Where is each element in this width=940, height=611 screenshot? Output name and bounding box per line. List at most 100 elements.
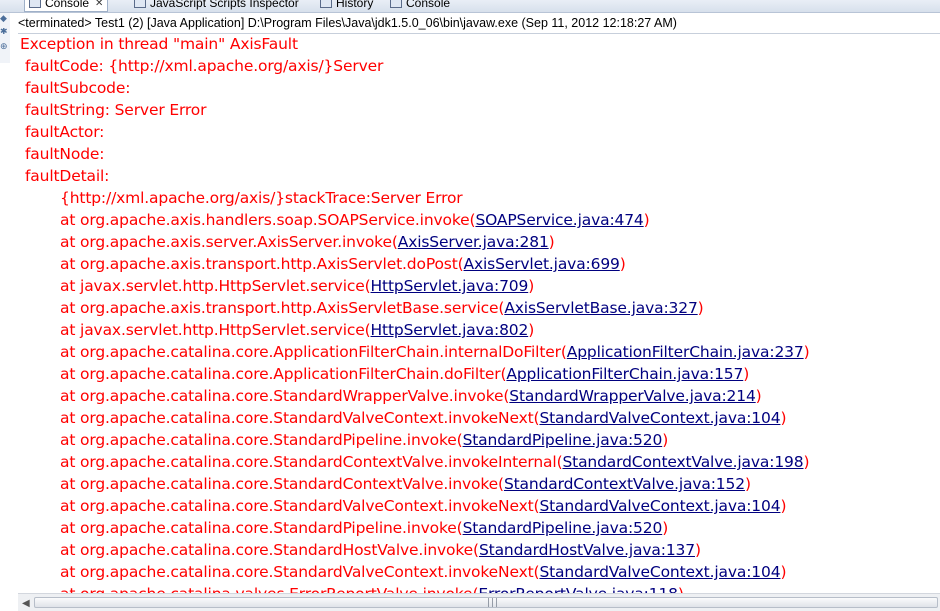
source-link[interactable]: StandardContextValve.java:152 (504, 475, 745, 493)
console-line-text: at org.apache.axis.transport.http.AxisSe… (60, 255, 464, 273)
console-line-text: at org.apache.catalina.core.StandardCont… (60, 453, 563, 471)
tab-label: History (336, 0, 374, 10)
console-line-text: at org.apache.axis.server.AxisServer.inv… (60, 233, 398, 251)
console-line: faultSubcode: (25, 77, 130, 99)
console-line: faultCode: {http://xml.apache.org/axis/}… (25, 55, 383, 77)
console-line-text: at org.apache.catalina.core.StandardCont… (60, 475, 504, 493)
console-line: Exception in thread "main" AxisFault (20, 33, 298, 55)
source-link[interactable]: StandardValveContext.java:104 (539, 497, 780, 515)
arrow-left-icon[interactable]: ◀ (22, 598, 30, 609)
console-icon (390, 0, 402, 8)
source-link[interactable]: StandardValveContext.java:104 (539, 409, 780, 427)
console-line-suffix: ) (803, 453, 810, 471)
console-line-text: at org.apache.catalina.core.StandardValv… (60, 497, 540, 515)
source-link[interactable]: ApplicationFilterChain.java:157 (506, 365, 743, 383)
close-icon[interactable]: ✕ (95, 0, 103, 9)
console-line-text: at org.apache.catalina.core.ApplicationF… (60, 365, 507, 383)
console-line-suffix: ) (694, 541, 701, 559)
gear-icon[interactable]: ✱ (0, 28, 9, 37)
source-link[interactable]: HttpServlet.java:709 (371, 277, 529, 295)
console-line-text: at org.apache.catalina.core.StandardValv… (60, 563, 540, 581)
console-line-text: at org.apache.axis.transport.http.AxisSe… (60, 299, 505, 317)
view-toolbar-strip: ◆ ✱ ⊕ (0, 13, 10, 63)
source-link[interactable]: HttpServlet.java:802 (371, 321, 529, 339)
console-line-text: at org.apache.catalina.valves.ErrorRepor… (60, 585, 478, 593)
console-line-suffix: ) (662, 431, 669, 449)
console-line-text: faultDetail: (25, 167, 110, 185)
console-line-suffix: ) (780, 497, 787, 515)
console-line-suffix: ) (780, 409, 787, 427)
horizontal-scrollbar[interactable]: ◀ ||| (18, 593, 940, 611)
console-line: faultNode: (25, 143, 104, 165)
source-link[interactable]: AxisServer.java:281 (398, 233, 549, 251)
console-line: at org.apache.catalina.core.StandardCont… (60, 473, 751, 495)
source-link[interactable]: StandardHostValve.java:137 (479, 541, 695, 559)
console-line: at org.apache.catalina.core.StandardValv… (60, 407, 787, 429)
history-icon (320, 0, 332, 8)
console-line-suffix: ) (744, 475, 751, 493)
console-line-suffix: ) (780, 563, 787, 581)
console-line: at org.apache.axis.transport.http.AxisSe… (60, 297, 704, 319)
source-link[interactable]: StandardContextValve.java:198 (562, 453, 803, 471)
console-line: at org.apache.catalina.core.ApplicationF… (60, 363, 749, 385)
tab-javascript-scripts-inspector[interactable]: JavaScript Scripts Inspector (134, 0, 299, 11)
source-link[interactable]: AxisServlet.java:699 (464, 255, 620, 273)
console-line-text: at org.apache.catalina.core.StandardPipe… (60, 519, 463, 537)
console-line-text: at org.apache.catalina.core.ApplicationF… (60, 343, 567, 361)
console-line: at org.apache.catalina.core.StandardValv… (60, 495, 787, 517)
source-link[interactable]: StandardValveContext.java:104 (539, 563, 780, 581)
console-line: at javax.servlet.http.HttpServlet.servic… (60, 319, 534, 341)
tab-label: Console (45, 0, 90, 10)
console-line: at org.apache.catalina.core.StandardCont… (60, 451, 810, 473)
console-line: at org.apache.catalina.core.StandardPipe… (60, 517, 668, 539)
source-link[interactable]: StandardWrapperValve.java:214 (509, 387, 756, 405)
tab-history[interactable]: History (320, 0, 373, 11)
console-line-text: at org.apache.axis.handlers.soap.SOAPSer… (60, 211, 476, 229)
console-line: faultActor: (25, 121, 104, 143)
console-line: at org.apache.catalina.core.StandardWrap… (60, 385, 762, 407)
console-line-suffix: ) (803, 343, 810, 361)
console-line-suffix: ) (643, 211, 650, 229)
tab-console-active[interactable]: Console ✕ (24, 0, 109, 12)
console-line-suffix: ) (619, 255, 626, 273)
console-line-suffix: ) (755, 387, 762, 405)
console-output[interactable]: Exception in thread "main" AxisFault faul… (18, 33, 940, 593)
console-line-text: faultCode: {http://xml.apache.org/axis/}… (25, 57, 384, 75)
source-link[interactable]: StandardPipeline.java:520 (463, 431, 663, 449)
tab-console-second[interactable]: Console (390, 0, 450, 11)
console-line: at org.apache.catalina.core.StandardHost… (60, 539, 701, 561)
console-line: at org.apache.axis.server.AxisServer.inv… (60, 231, 555, 253)
console-icon (29, 0, 41, 8)
tab-label: JavaScript Scripts Inspector (150, 0, 299, 10)
console-line: faultString: Server Error (25, 99, 207, 121)
console-line-suffix: ) (678, 585, 684, 593)
tab-label: Console (406, 0, 451, 10)
console-line-text: at org.apache.catalina.core.StandardPipe… (60, 431, 463, 449)
source-link[interactable]: SOAPService.java:474 (475, 211, 643, 229)
scrollbar-thumb[interactable]: ||| (34, 597, 938, 608)
pin-icon[interactable]: ◆ (0, 15, 9, 24)
source-link[interactable]: AxisServletBase.java:327 (504, 299, 698, 317)
console-line-text: at org.apache.catalina.core.StandardValv… (60, 409, 540, 427)
script-inspector-icon (134, 0, 146, 8)
console-line-suffix: ) (528, 321, 535, 339)
console-line-suffix: ) (662, 519, 669, 537)
console-line: faultDetail: (25, 165, 109, 187)
console-line: at org.apache.catalina.core.StandardPipe… (60, 429, 668, 451)
console-line-suffix: ) (548, 233, 555, 251)
console-line-text: at javax.servlet.http.HttpServlet.servic… (60, 321, 371, 339)
link-icon[interactable]: ⊕ (0, 43, 9, 52)
console-line-text: at org.apache.catalina.core.StandardHost… (60, 541, 479, 559)
source-link[interactable]: ErrorReportValve.java:118 (478, 585, 678, 593)
console-line-text: faultSubcode: (25, 79, 131, 97)
console-line: at org.apache.axis.transport.http.AxisSe… (60, 253, 626, 275)
console-line-text: at javax.servlet.http.HttpServlet.servic… (60, 277, 371, 295)
console-line-text: Exception in thread "main" AxisFault (20, 35, 298, 53)
grip-icon: ||| (487, 598, 500, 608)
console-line-text: faultNode: (25, 145, 105, 163)
source-link[interactable]: ApplicationFilterChain.java:237 (567, 343, 804, 361)
eclipse-console-view: Console ✕ JavaScript Scripts Inspector H… (0, 0, 940, 611)
console-line: at org.apache.catalina.core.StandardValv… (60, 561, 787, 583)
console-line-suffix: ) (743, 365, 750, 383)
source-link[interactable]: StandardPipeline.java:520 (463, 519, 663, 537)
